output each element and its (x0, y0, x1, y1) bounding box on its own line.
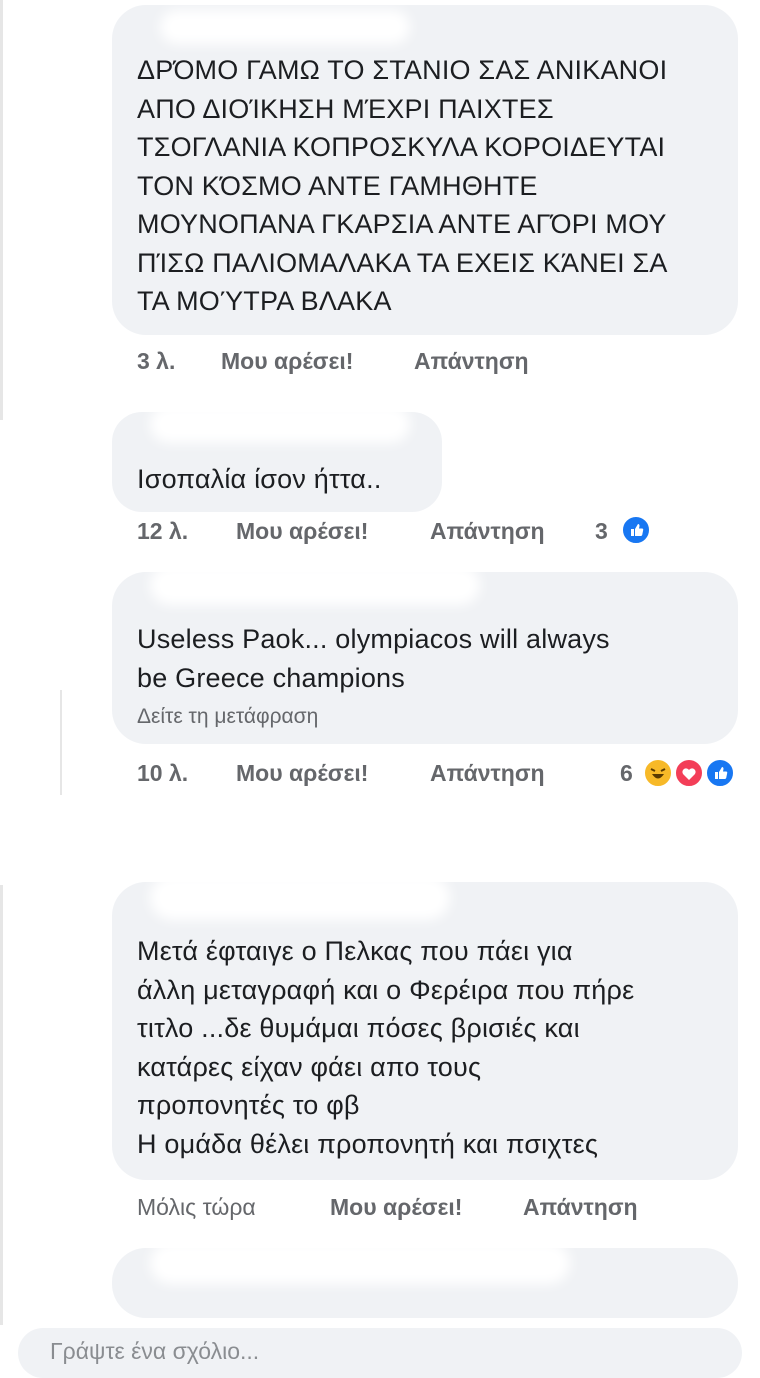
love-reaction-icon (674, 758, 704, 788)
like-action[interactable]: Μου αρέσει! (236, 518, 368, 545)
comment-time[interactable]: 12 λ. (137, 518, 188, 545)
comment-time[interactable]: 10 λ. (137, 760, 188, 787)
redacted-author (150, 875, 450, 920)
composer-placeholder: Γράψτε ένα σχόλιο... (50, 1338, 260, 1364)
see-translation-link[interactable]: Δείτε τη μετάφραση (137, 705, 318, 729)
comment-composer[interactable]: Γράψτε ένα σχόλιο... (18, 1328, 742, 1378)
reaction-count[interactable]: 3 (595, 518, 608, 545)
redacted-author (150, 1242, 570, 1284)
comment-text: ΔΡΌΜΟ ΓΑΜΩ ΤΟ ΣΤΑΝΙΟ ΣΑΣ ΑΝΙΚΑΝΟΙ ΑΠΟ ΔΙ… (137, 55, 668, 316)
like-action[interactable]: Μου αρέσει! (236, 760, 368, 787)
reply-action[interactable]: Απάντηση (414, 348, 529, 375)
reaction-count[interactable]: 6 (620, 760, 633, 787)
comment-time[interactable]: 3 λ. (137, 348, 175, 374)
reply-action[interactable]: Απάντηση (430, 518, 545, 545)
comment-text: Μετά έφταιγε ο Πελκας που πάει για άλλη … (137, 936, 635, 1159)
left-edge-line (0, 885, 3, 1325)
reply-action[interactable]: Απάντηση (430, 760, 545, 787)
left-edge-line (60, 690, 62, 795)
left-edge-line (0, 0, 3, 420)
redacted-author (150, 405, 410, 443)
like-action[interactable]: Μου αρέσει! (221, 348, 353, 375)
like-action[interactable]: Μου αρέσει! (330, 1194, 462, 1221)
haha-reaction-icon (643, 758, 673, 788)
comment-text: Ισοπαλία ίσον ήττα.. (137, 464, 382, 494)
comment-text: Useless Paok... olympiacos will always b… (137, 624, 610, 693)
like-reaction-icon (621, 515, 651, 545)
like-reaction-icon (705, 758, 735, 788)
reply-action[interactable]: Απάντηση (523, 1194, 638, 1221)
redacted-author (160, 10, 410, 44)
redacted-author (150, 565, 480, 605)
comment-time[interactable]: Μόλις τώρα (137, 1194, 256, 1221)
comment-actions: 3 λ. (137, 348, 175, 375)
